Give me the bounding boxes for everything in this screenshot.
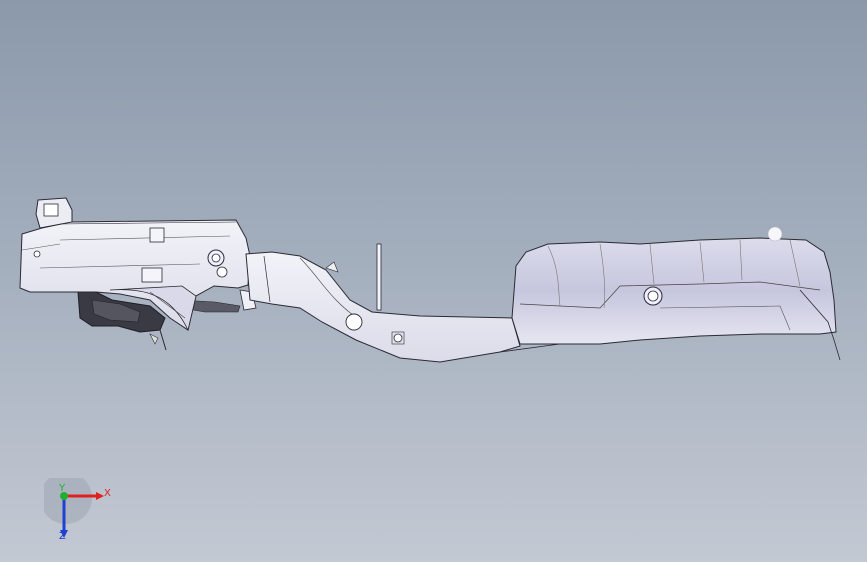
chassis-frame-model[interactable] [0, 0, 867, 562]
fuel-tank-assembly [499, 226, 841, 361]
x-axis-label: X [104, 488, 111, 499]
y-axis-label: Y [59, 483, 66, 494]
z-axis-label: Z [59, 531, 66, 542]
kickup-frame-section [245, 243, 521, 363]
graphics-viewport[interactable]: X Y Z [0, 0, 867, 562]
